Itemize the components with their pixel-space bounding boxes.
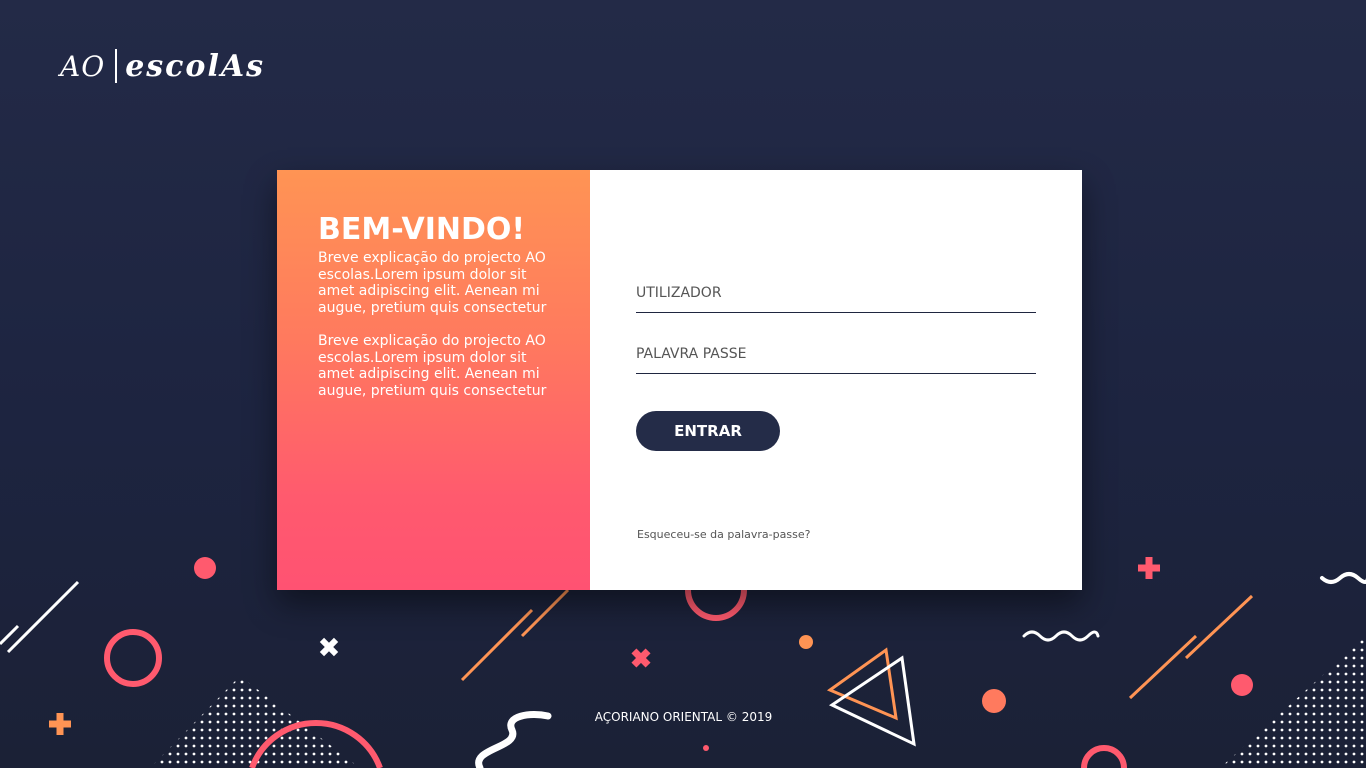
deco-dot (1231, 674, 1253, 696)
welcome-paragraph: Breve explicação do projecto AO escolas.… (318, 250, 547, 316)
forgot-password-link[interactable]: Esqueceu-se da palavra-passe? (637, 528, 810, 541)
deco-wave (1022, 630, 1100, 642)
dots-pattern-right (1220, 636, 1366, 768)
footer-copyright: AÇORIANO ORIENTAL © 2019 (594, 710, 773, 724)
deco-wave (1320, 572, 1366, 584)
welcome-paragraph: Breve explicação do projecto AO escolas.… (318, 333, 547, 399)
password-field-wrapper (636, 345, 1036, 374)
login-form: ENTRAR Esqueceu-se da palavra-passe? (590, 170, 1082, 590)
deco-triangle-white (828, 655, 916, 747)
login-button[interactable]: ENTRAR (636, 411, 780, 451)
deco-line (0, 624, 20, 646)
logo-ao-text: AO (60, 49, 106, 83)
logo-divider (115, 49, 118, 83)
username-field-wrapper (636, 284, 1036, 313)
password-input[interactable] (636, 346, 1036, 373)
deco-cross-white (319, 637, 339, 657)
deco-arc (685, 589, 747, 621)
deco-cross-pink (631, 648, 651, 668)
welcome-title: BEM-VINDO! (318, 212, 526, 247)
deco-line (1184, 594, 1254, 660)
deco-dot (194, 557, 216, 579)
deco-line (6, 580, 80, 654)
deco-line (460, 608, 534, 682)
deco-line (1128, 634, 1198, 700)
deco-arc (1081, 745, 1127, 768)
deco-dot (703, 745, 709, 751)
deco-dot (799, 635, 813, 649)
username-input[interactable] (636, 285, 1036, 312)
deco-ring (104, 629, 162, 687)
welcome-panel: BEM-VINDO! Breve explicação do projecto … (277, 170, 590, 590)
logo-escolas-text: escolAs (125, 48, 266, 84)
app-logo[interactable]: AO escolAs (60, 48, 265, 84)
login-card: BEM-VINDO! Breve explicação do projecto … (277, 170, 1082, 590)
deco-plus-pink (1138, 557, 1160, 579)
